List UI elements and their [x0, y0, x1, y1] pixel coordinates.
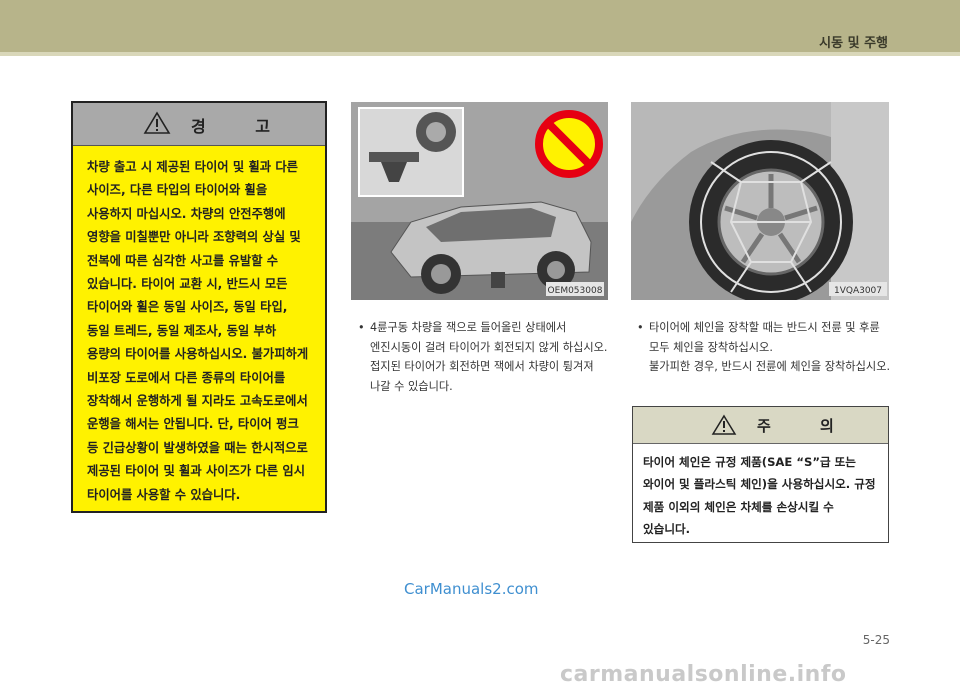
caption-jack: • 4륜구동 차량을 잭으로 들어올린 상태에서 엔진시동이 걸려 타이어가 회… [358, 318, 610, 396]
caution-label: 주 의 [757, 417, 856, 435]
warning-box: 경 고 차량 출고 시 제공된 타이어 및 휠과 다른 사이즈, 다른 타입의 … [71, 101, 327, 513]
image1-code: OEM053008 [548, 286, 603, 296]
jacked-vehicle-illustration: OEM053008 [351, 102, 608, 300]
caution-text: 타이어 체인은 규정 제품(SAE “S”급 또는 와이어 및 플라스틱 체인)… [643, 455, 876, 537]
watermark-carmanualsonline: carmanualsonline.info [560, 662, 847, 687]
tire-chain-illustration: 1VQA3007 [631, 102, 889, 300]
warning-header: 경 고 [73, 103, 325, 146]
caption-chain-text2: 불가피한 경우, 반드시 전륜에 체인을 장착하십시오. [649, 360, 891, 374]
bullet: • [637, 321, 644, 334]
page-header: 시동 및 주행 [0, 0, 960, 56]
caption-chain-text: 타이어에 체인을 장착할 때는 반드시 전륜 및 후륜 모두 체인을 장착하십시… [649, 321, 880, 354]
caution-header: 주 의 [633, 407, 888, 444]
warning-text: 차량 출고 시 제공된 타이어 및 휠과 다른 사이즈, 다른 타입의 타이어와… [87, 160, 309, 502]
bullet: • [358, 321, 365, 334]
warning-triangle-icon [143, 111, 171, 134]
section-title: 시동 및 주행 [819, 36, 888, 51]
caption-chain: • 타이어에 체인을 장착할 때는 반드시 전륜 및 후륜 모두 체인을 장착하… [637, 318, 891, 377]
image2-code: 1VQA3007 [834, 286, 882, 296]
caution-box: 주 의 타이어 체인은 규정 제품(SAE “S”급 또는 와이어 및 플라스틱… [632, 406, 889, 543]
warning-triangle-icon [711, 414, 737, 435]
page-number: 5-25 [862, 633, 890, 647]
watermark-carmanuals2: CarManuals2.com [404, 580, 539, 598]
warning-label: 경 고 [191, 117, 293, 136]
header-stripe [0, 52, 960, 56]
caption-jack-text: 4륜구동 차량을 잭으로 들어올린 상태에서 엔진시동이 걸려 타이어가 회전되… [370, 321, 608, 393]
